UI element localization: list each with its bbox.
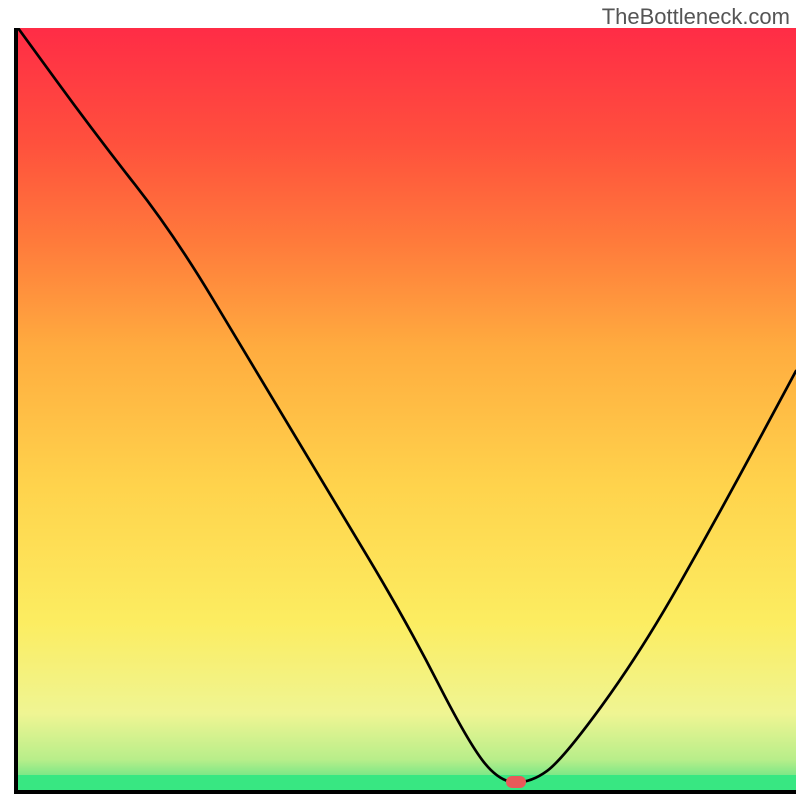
watermark-label: TheBottleneck.com xyxy=(602,4,790,30)
chart-plot-area xyxy=(14,28,796,794)
bottleneck-curve xyxy=(18,28,796,790)
minimum-point-marker xyxy=(506,776,526,788)
curve-path xyxy=(18,28,796,782)
